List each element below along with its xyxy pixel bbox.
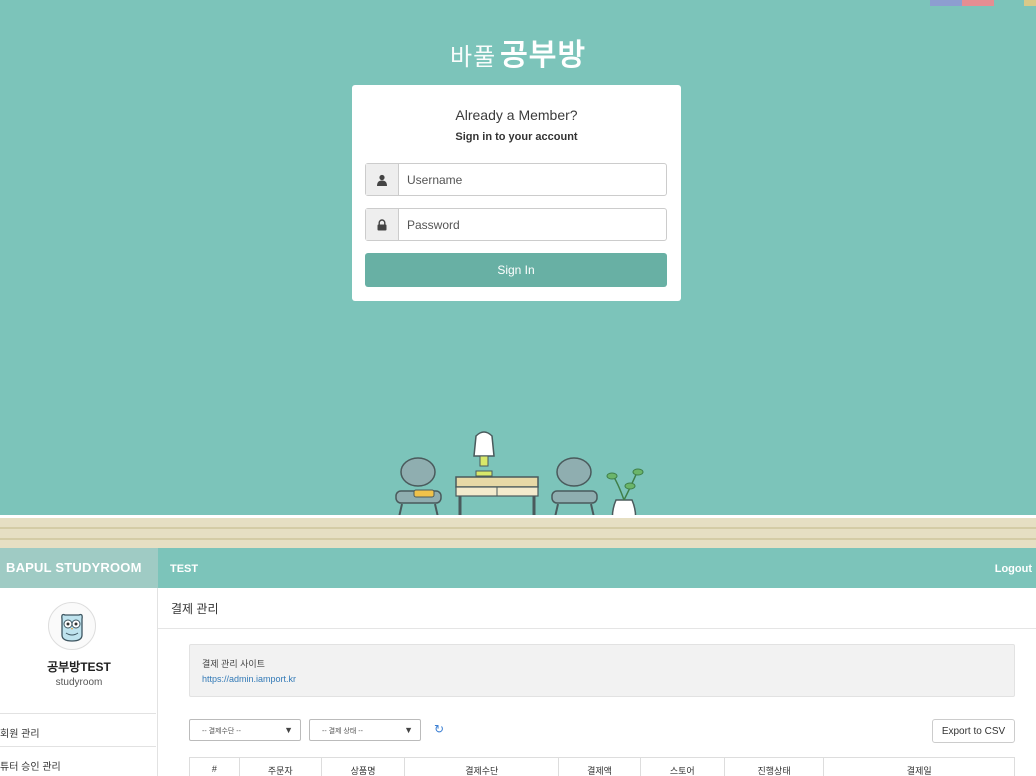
login-card: Already a Member? Sign in to your accoun…: [352, 85, 681, 301]
column-header[interactable]: 결제수단: [405, 758, 560, 776]
login-heading: Already a Member?: [455, 107, 578, 123]
swatch-blue: [930, 0, 962, 6]
admin-brand[interactable]: BAPUL STUDYROOM: [0, 548, 158, 588]
payment-status-value: -- 결제 상태 --: [322, 728, 363, 735]
profile-name: 공부방TEST: [47, 660, 111, 674]
column-header[interactable]: 상품명: [322, 758, 406, 776]
profile-subtitle: studyroom: [55, 677, 103, 688]
brand-main: 공부방: [500, 39, 586, 72]
title-divider: [158, 628, 1036, 629]
column-header[interactable]: 결제일: [824, 758, 1014, 776]
lock-icon: [366, 209, 399, 240]
login-subheading: Sign in to your account: [455, 131, 578, 143]
admin-panel: BAPUL STUDYROOM TEST Logout 공부방TEST stud…: [0, 548, 1036, 776]
column-header[interactable]: 결제액: [559, 758, 641, 776]
swatch-gap: [994, 0, 1024, 6]
dropdown-arrow-icon: ▼: [404, 725, 413, 735]
user-icon: [366, 164, 399, 195]
page-title: 결제 관리: [171, 602, 219, 616]
sidebar-item-label: 회원 관리: [0, 729, 40, 740]
notice-title: 결제 관리 사이트: [202, 659, 265, 669]
owl-icon: [61, 613, 83, 642]
username-field[interactable]: [365, 163, 667, 196]
top-navbar: BAPUL STUDYROOM TEST Logout: [0, 548, 1036, 588]
sign-in-button[interactable]: Sign In: [365, 253, 667, 287]
floor-line: [0, 538, 1036, 540]
export-csv-button[interactable]: Export to CSV: [932, 719, 1015, 743]
password-input[interactable]: [399, 209, 666, 240]
brand-logo: 바풀 공부방: [0, 30, 1036, 74]
login-scene: 바풀 공부방 Already a Member? Sign in to your …: [0, 0, 1036, 548]
swatch-yellow: [1024, 0, 1036, 6]
owl-avatar: [48, 602, 96, 650]
column-header[interactable]: 진행상태: [725, 758, 825, 776]
color-swatches: [930, 0, 1036, 6]
sidebar-item-members[interactable]: 회원 관리: [0, 713, 156, 747]
sidebar: 공부방TEST studyroom 회원 관리 튜터 승인 관리: [0, 588, 158, 776]
payments-table-header: # 주문자 상품명 결제수단 결제액 스토어 진행상태 결제일: [189, 757, 1015, 776]
sidebar-item-tutor-approval[interactable]: 튜터 승인 관리: [0, 746, 156, 776]
password-field[interactable]: [365, 208, 667, 241]
floor: [0, 515, 1036, 548]
payment-status-select[interactable]: -- 결제 상태 -- ▼: [309, 719, 421, 741]
column-header[interactable]: 스토어: [641, 758, 725, 776]
column-header[interactable]: 주문자: [240, 758, 322, 776]
main-content: 결제 관리 결제 관리 사이트 https://admin.iamport.kr…: [158, 588, 1036, 776]
username-input[interactable]: [399, 164, 666, 195]
notice-link[interactable]: https://admin.iamport.kr: [202, 674, 1014, 684]
sidebar-item-label: 튜터 승인 관리: [0, 762, 61, 773]
refresh-icon[interactable]: ↻: [434, 722, 444, 736]
breadcrumb[interactable]: TEST: [170, 563, 198, 575]
swatch-pink: [962, 0, 994, 6]
brand-prefix: 바풀: [450, 44, 497, 71]
payment-method-value: -- 결제수단 --: [202, 728, 241, 735]
payment-method-select[interactable]: -- 결제수단 -- ▼: [189, 719, 301, 741]
dropdown-arrow-icon: ▼: [284, 725, 293, 735]
floor-line: [0, 527, 1036, 529]
notice-box: 결제 관리 사이트 https://admin.iamport.kr: [189, 644, 1015, 697]
column-header[interactable]: #: [190, 758, 240, 776]
logout-link[interactable]: Logout: [995, 563, 1032, 575]
